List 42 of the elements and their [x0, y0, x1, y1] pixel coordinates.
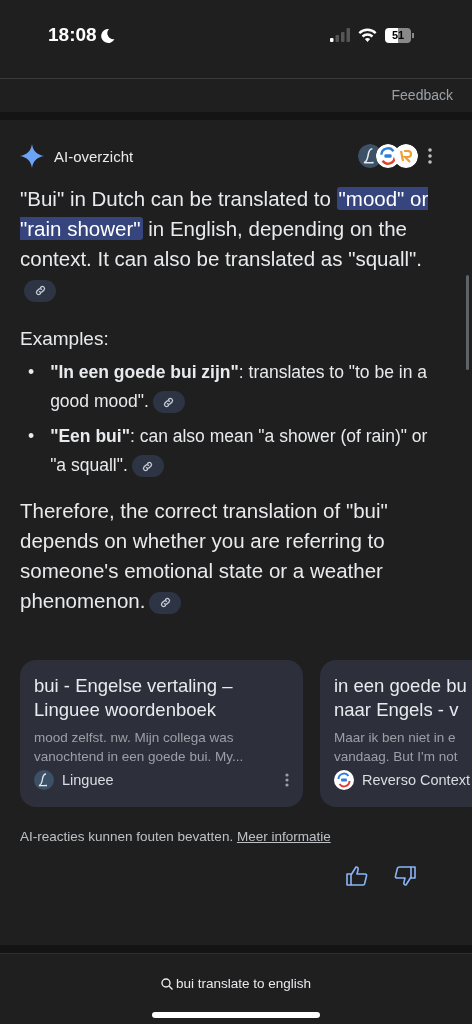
r-logo-icon [394, 144, 418, 168]
source-site: Linguee [62, 772, 115, 788]
link-icon [141, 459, 155, 473]
feedback-link[interactable]: Feedback [391, 87, 453, 103]
source-title: bui - Engelse vertaling – Linguee woordenboek [34, 674, 234, 722]
link-icon [158, 596, 172, 610]
source-title: in een goede bu naar Engels - v [334, 674, 468, 722]
reverso-logo-icon [334, 770, 354, 790]
source-snippet: Maar ik ben niet in e vandaag. But I'm not [334, 729, 459, 766]
link-button[interactable] [152, 391, 185, 414]
link-button[interactable] [131, 455, 164, 478]
example-item: "Een bui": can also mean "a shower (of rain)" or "a squall". [50, 422, 432, 480]
answer-paragraph: "Bui" in Dutch can be translated to "mood" or "rain shower" in English, depending on the context. It can also be translated as "squall". [20, 184, 432, 304]
thumbs-up-icon[interactable] [346, 866, 368, 886]
link-icon [162, 395, 176, 409]
link-button[interactable] [149, 591, 182, 614]
sparkle-icon [20, 144, 44, 168]
bullet: • [28, 425, 35, 448]
search-query-bar[interactable]: bui translate to english [0, 953, 472, 991]
source-card[interactable]: in een goede bu naar Engels - v Maar ik ben niet in e vandaag. But I'm not Reverso Context [320, 660, 472, 807]
wifi-icon [358, 28, 377, 42]
search-icon [160, 977, 173, 990]
examples-heading: Examples: [20, 328, 110, 350]
ai-overview-title: AI-overzicht [54, 147, 135, 165]
moon-icon [100, 27, 115, 43]
source-snippet: mood zelfst. nw. Mijn collega was vanochtend in een goede bui. My... [34, 729, 245, 766]
source-site: Reverso Context [362, 772, 471, 788]
more-info-link[interactable]: Meer informatie [236, 829, 331, 844]
conclusion-paragraph: Therefore, the correct translation of "bui" depends on whether you are referring to someone's emotional state or a weather phenomenon. [20, 498, 389, 616]
more-icon[interactable] [285, 773, 289, 787]
more-icon[interactable] [428, 148, 432, 164]
thumbs-down-icon[interactable] [394, 866, 416, 886]
example-item: "In een goede bui zijn": translates to "to be in a good mood". [50, 358, 432, 416]
signal-icon [330, 28, 350, 42]
battery-level: 51 [385, 27, 411, 43]
linguee-logo-icon [34, 770, 54, 790]
disclaimer-text: AI-reacties kunnen fouten bevatten. Meer informatie [20, 829, 332, 844]
bullet: • [28, 361, 35, 384]
link-button[interactable] [24, 279, 56, 302]
link-icon [33, 284, 47, 298]
source-card[interactable]: bui - Engelse vertaling – Linguee woordenboek mood zelfst. nw. Mijn collega was vanochtend in een goede bui. My... Linguee [20, 660, 303, 807]
status-time: 18:08 [48, 24, 115, 46]
